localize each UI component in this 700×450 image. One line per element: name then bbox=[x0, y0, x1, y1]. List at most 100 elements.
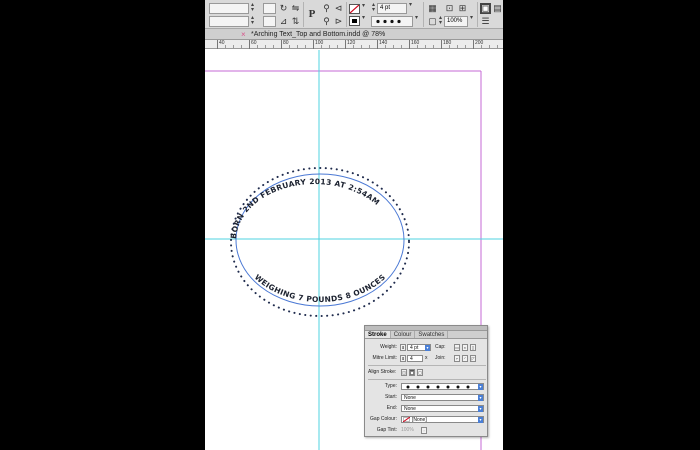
end-dropdown-arrow[interactable]: ▾ bbox=[478, 406, 483, 412]
ruler-label: 140 bbox=[379, 40, 388, 46]
mitre-label: Mitre Limit: bbox=[372, 355, 397, 361]
path-text-bottom[interactable]: WEIGHING 7 POUNDS 8 OUNCES bbox=[253, 273, 387, 305]
dotted-type-preview bbox=[406, 385, 470, 389]
fill-swatch[interactable] bbox=[349, 4, 360, 14]
ruler-minor-tick bbox=[257, 45, 258, 49]
close-icon[interactable]: × bbox=[241, 30, 246, 39]
gap-colour-dropdown-arrow[interactable]: ▾ bbox=[478, 417, 483, 423]
projecting-cap-button[interactable]: ▯ bbox=[470, 344, 476, 351]
ruler-minor-tick bbox=[489, 45, 490, 49]
rotate-icon[interactable]: ↻ bbox=[278, 3, 289, 14]
fit-frame-icon[interactable]: ⊡ bbox=[444, 3, 455, 14]
x-stepper[interactable]: ▴ ▾ bbox=[250, 2, 255, 14]
ruler-label: 180 bbox=[443, 40, 452, 46]
ruler-minor-tick bbox=[369, 45, 370, 49]
type-select[interactable]: ▾ bbox=[401, 383, 484, 390]
start-select[interactable]: None ▾ bbox=[401, 394, 484, 401]
stroke-swatch[interactable] bbox=[349, 16, 360, 26]
shear-icon[interactable]: ⊿ bbox=[278, 16, 289, 27]
divider bbox=[368, 379, 486, 380]
text-wrap-icon[interactable]: ☰ bbox=[480, 16, 491, 27]
panel-menu-icon[interactable]: ▤ bbox=[492, 3, 503, 14]
tab-stroke[interactable]: Stroke bbox=[365, 331, 391, 338]
tab-swatches[interactable]: Swatches bbox=[415, 331, 449, 338]
butt-cap-button[interactable]: ▭ bbox=[454, 344, 460, 351]
mitre-join-button[interactable]: ⌐ bbox=[454, 355, 460, 362]
character-panel-icon[interactable]: P bbox=[307, 9, 317, 20]
end-select[interactable]: None ▾ bbox=[401, 405, 484, 412]
stroke-weight-dropdown[interactable]: ▾ bbox=[408, 2, 413, 14]
gap-colour-row: Gap Colour: [None] ▾ bbox=[365, 415, 489, 424]
ruler-minor-tick bbox=[393, 45, 394, 49]
zoom-field[interactable]: 100% bbox=[444, 16, 468, 27]
align-center-button[interactable]: ◫ bbox=[401, 369, 407, 376]
mitre-row: Mitre Limit: ⬍ 4 x Join: ⌐ ◜ ◸ bbox=[365, 354, 489, 363]
ruler-minor-tick bbox=[305, 45, 306, 49]
mitre-times-label: x bbox=[425, 355, 428, 361]
tab-colour[interactable]: Colour bbox=[391, 331, 416, 338]
zoom-dropdown[interactable]: ▾ bbox=[469, 15, 474, 27]
control-bar: ▴▾ ▴▾ ↻ ⊿ ⇋ ⇅ P ⚲ ⚲ ⊲ ⊳ ▾ ▾ ▴▾ 4 pt ▾ bbox=[205, 0, 503, 29]
height-field[interactable] bbox=[263, 16, 276, 27]
select-next-icon[interactable]: ⊳ bbox=[333, 16, 344, 27]
cap-label: Cap: bbox=[435, 344, 446, 350]
width-field[interactable] bbox=[263, 3, 276, 14]
stroke-weight-field[interactable]: 4 pt bbox=[377, 3, 407, 14]
ruler-minor-tick bbox=[225, 45, 226, 49]
ruler-minor-tick bbox=[385, 45, 386, 49]
weight-field[interactable]: 4 pt ▾ bbox=[407, 344, 431, 351]
ruler-minor-tick bbox=[465, 45, 466, 49]
start-dropdown-arrow[interactable]: ▾ bbox=[478, 395, 483, 401]
fit-content-icon[interactable]: ⊞ bbox=[457, 3, 468, 14]
stroke-type-dropdown[interactable]: ▾ bbox=[414, 15, 419, 27]
end-value: None bbox=[404, 406, 416, 412]
separator bbox=[477, 2, 478, 27]
divider bbox=[368, 365, 486, 366]
flip-horizontal-icon[interactable]: ⇋ bbox=[290, 3, 301, 14]
align-outside-button[interactable]: ▢ bbox=[417, 369, 423, 376]
select-previous-icon[interactable]: ⊲ bbox=[333, 3, 344, 14]
stroke-type-select[interactable] bbox=[371, 16, 413, 27]
fill-dropdown-arrow[interactable]: ▾ bbox=[361, 3, 366, 15]
align-inside-button[interactable]: ▣ bbox=[409, 369, 415, 376]
stroke-dropdown-arrow[interactable]: ▾ bbox=[361, 15, 366, 27]
ruler-minor-tick bbox=[297, 45, 298, 49]
dotted-ellipse-stroke[interactable] bbox=[230, 167, 410, 317]
flip-vertical-icon[interactable]: ⇅ bbox=[290, 16, 301, 27]
gap-colour-select[interactable]: [None] ▾ bbox=[401, 416, 484, 423]
weight-value: 4 pt bbox=[410, 345, 419, 351]
round-cap-button[interactable]: ◖ bbox=[462, 344, 468, 351]
end-row: End: None ▾ bbox=[365, 404, 489, 413]
ruler-minor-tick bbox=[329, 45, 330, 49]
fx-icon[interactable]: ▦ bbox=[427, 3, 438, 14]
type-dropdown-arrow[interactable]: ▾ bbox=[478, 384, 483, 390]
align-stroke-label: Align Stroke: bbox=[368, 369, 397, 375]
stroke-weight-stepper[interactable]: ▴ ▾ bbox=[371, 2, 376, 14]
weight-stepper[interactable]: ⬍ bbox=[400, 344, 406, 351]
separator bbox=[423, 2, 424, 27]
round-join-button[interactable]: ◜ bbox=[462, 355, 468, 362]
ruler-minor-tick bbox=[337, 45, 338, 49]
select-content-icon[interactable]: ⚲ bbox=[321, 3, 332, 14]
ruler-label: 160 bbox=[411, 40, 420, 46]
wrap-icon[interactable]: ▣ bbox=[480, 3, 491, 14]
bevel-join-button[interactable]: ◸ bbox=[470, 355, 476, 362]
select-container-icon[interactable]: ⚲ bbox=[321, 16, 332, 27]
mitre-field[interactable]: 4 bbox=[407, 355, 423, 362]
opacity-icon[interactable]: ▢ bbox=[427, 16, 438, 27]
end-label: End: bbox=[386, 405, 397, 411]
path-text-top[interactable]: BORN 2ND FEBRUARY 2013 AT 2:54AM bbox=[229, 177, 381, 239]
ruler-label: 60 bbox=[251, 40, 257, 46]
gap-tint-arrow[interactable]: › bbox=[421, 427, 427, 434]
x-field[interactable] bbox=[209, 3, 249, 14]
y-field[interactable] bbox=[209, 16, 249, 27]
gap-tint-value[interactable]: 100% bbox=[401, 427, 415, 434]
weight-dropdown-arrow[interactable]: ▾ bbox=[425, 345, 430, 351]
ruler-minor-tick bbox=[289, 45, 290, 49]
opacity-stepper[interactable]: ▴ ▾ bbox=[438, 15, 443, 27]
path-text-top-content: BORN 2ND FEBRUARY 2013 AT 2:54AM bbox=[229, 177, 381, 239]
mitre-stepper[interactable]: ⬍ bbox=[400, 355, 406, 362]
y-stepper[interactable]: ▴ ▾ bbox=[250, 15, 255, 27]
horizontal-ruler[interactable]: 40 60 80 100 120 140 160 180 200 bbox=[205, 40, 503, 49]
gap-colour-value: [None] bbox=[412, 417, 427, 423]
